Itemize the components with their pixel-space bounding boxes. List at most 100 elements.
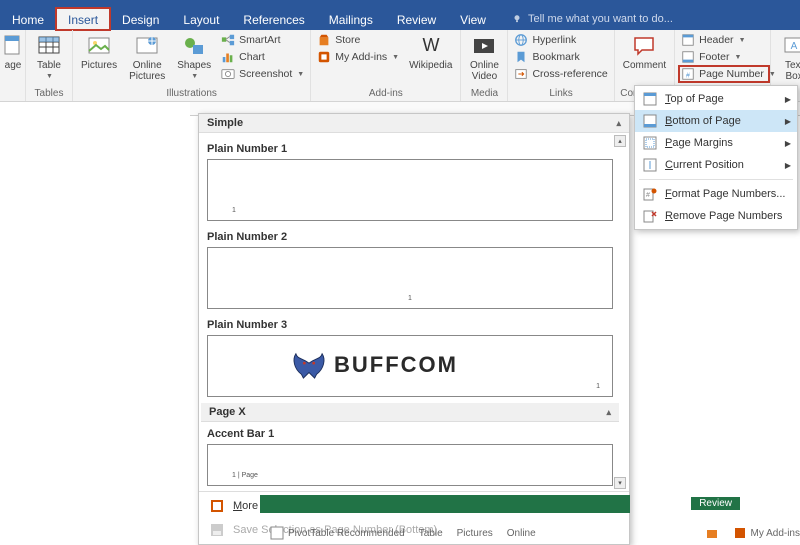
chevron-down-icon: ▼ bbox=[739, 37, 746, 44]
bookmark-label: Bookmark bbox=[532, 51, 579, 63]
menu-separator bbox=[639, 179, 793, 180]
group-pages: age Tables bbox=[0, 30, 26, 101]
online-video-button[interactable]: Online Video bbox=[465, 32, 503, 84]
smartart-button[interactable]: SmartArt bbox=[219, 32, 306, 48]
chart-icon bbox=[221, 50, 235, 64]
save-selection-as-page-number: Save Selection as Page Number (Bottom) bbox=[199, 518, 629, 542]
group-media-label: Media bbox=[465, 87, 503, 101]
addins-icon bbox=[317, 50, 331, 64]
chevron-down-icon: ▼ bbox=[46, 73, 53, 80]
watermark: BUFFCOM bbox=[290, 350, 458, 380]
group-addins-label: Add-ins bbox=[315, 87, 456, 101]
title-bar bbox=[0, 0, 800, 8]
hyperlink-label: Hyperlink bbox=[532, 34, 576, 46]
menu-top-of-page[interactable]: Top of Page ▶ bbox=[635, 88, 797, 110]
group-illustrations: Pictures Online Pictures Shapes ▼ SmartA… bbox=[73, 30, 311, 101]
tab-view[interactable]: View bbox=[448, 8, 498, 30]
collapse-icon: ▴ bbox=[606, 407, 611, 418]
gallery-item-plain-number-1-label: Plain Number 1 bbox=[207, 137, 613, 159]
bookmark-button[interactable]: Bookmark bbox=[512, 49, 609, 65]
chart-button[interactable]: Chart bbox=[219, 49, 306, 65]
wikipedia-button[interactable]: W Wikipedia bbox=[405, 32, 456, 73]
gallery-category-pagex[interactable]: Page X ▴ bbox=[201, 403, 619, 422]
wikipedia-label: Wikipedia bbox=[409, 60, 452, 71]
tab-layout[interactable]: Layout bbox=[171, 8, 231, 30]
submenu-arrow-icon: ▶ bbox=[785, 117, 791, 126]
tab-design[interactable]: Design bbox=[110, 8, 171, 30]
cover-page-button[interactable]: age bbox=[4, 32, 22, 73]
menu-remove-label: Remove Page Numbers bbox=[665, 210, 782, 222]
page-icon bbox=[1, 34, 25, 58]
header-icon bbox=[681, 33, 695, 47]
gallery-item-plain-number-3-label: Plain Number 3 bbox=[207, 313, 613, 335]
menu-format-page-numbers[interactable]: # Format Page Numbers... bbox=[635, 183, 797, 205]
submenu-arrow-icon: ▶ bbox=[785, 95, 791, 104]
group-links-label: Links bbox=[512, 87, 609, 101]
pictures-button[interactable]: Pictures bbox=[77, 32, 121, 73]
svg-text:#: # bbox=[686, 73, 690, 80]
page-margins-icon bbox=[643, 136, 657, 150]
footer-button[interactable]: Footer ▼ bbox=[679, 49, 769, 65]
header-button[interactable]: Header ▼ bbox=[679, 32, 769, 48]
comment-label: Comment bbox=[623, 60, 666, 71]
gallery-item-plain-number-2[interactable]: 1 bbox=[207, 247, 613, 309]
tab-review[interactable]: Review bbox=[385, 8, 448, 30]
menu-format-label: Format Page Numbers... bbox=[665, 188, 785, 200]
tell-me-search[interactable]: Tell me what you want to do... bbox=[498, 8, 673, 30]
hyperlink-button[interactable]: Hyperlink bbox=[512, 32, 609, 48]
gallery-item-accent-bar-1[interactable]: 1 | Page bbox=[207, 444, 613, 486]
tell-me-placeholder: Tell me what you want to do... bbox=[528, 13, 673, 25]
svg-text:A: A bbox=[791, 41, 798, 52]
more-page-numbers-office[interactable]: More Page Numbers from Office.com bbox=[199, 494, 629, 518]
menu-bottom-of-page[interactable]: Bottom of Page ▶ bbox=[635, 110, 797, 132]
chevron-down-icon: ▼ bbox=[734, 54, 741, 61]
screenshot-button[interactable]: Screenshot ▼ bbox=[219, 66, 306, 82]
store-button[interactable]: Store bbox=[315, 32, 401, 48]
group-illustrations-label: Illustrations bbox=[77, 87, 306, 101]
pictures-label: Pictures bbox=[81, 60, 117, 71]
store-label: Store bbox=[335, 34, 360, 46]
gallery-item-plain-number-1[interactable]: 1 bbox=[207, 159, 613, 221]
save-icon bbox=[209, 522, 225, 538]
menu-bottom-of-page-label: Bottom of Page bbox=[665, 115, 741, 127]
scroll-up-icon[interactable]: ▴ bbox=[614, 135, 626, 147]
hyperlink-icon bbox=[514, 33, 528, 47]
menu-page-margins[interactable]: Page Margins ▶ bbox=[635, 132, 797, 154]
submenu-arrow-icon: ▶ bbox=[785, 161, 791, 170]
svg-text:#: # bbox=[646, 192, 650, 199]
chevron-down-icon: ▼ bbox=[297, 71, 304, 78]
menu-page-margins-label: Page Margins bbox=[665, 137, 733, 149]
page-number-gallery: Simple ▴ Plain Number 1 1 Plain Number 2… bbox=[198, 113, 630, 545]
gallery-category-simple[interactable]: Simple ▴ bbox=[199, 114, 629, 133]
table-button[interactable]: Table ▼ bbox=[30, 32, 68, 82]
collapse-icon: ▴ bbox=[616, 118, 621, 129]
remove-icon bbox=[643, 209, 657, 223]
comment-button[interactable]: Comment bbox=[619, 32, 670, 73]
shapes-button[interactable]: Shapes ▼ bbox=[173, 32, 215, 82]
gallery-scrollbar[interactable]: ▴ ▾ bbox=[613, 135, 627, 489]
screenshot-icon bbox=[221, 67, 235, 81]
cross-reference-button[interactable]: Cross-reference bbox=[512, 66, 609, 82]
shapes-label: Shapes bbox=[177, 60, 211, 71]
page-number-sample: 1 | Page bbox=[232, 472, 258, 479]
footer-label: Footer bbox=[699, 51, 729, 63]
page-bottom-icon bbox=[643, 114, 657, 128]
page-number-label: Page Number bbox=[699, 68, 764, 80]
tab-insert[interactable]: Insert bbox=[56, 8, 110, 30]
tab-references[interactable]: References bbox=[231, 8, 316, 30]
menu-remove-page-numbers[interactable]: Remove Page Numbers bbox=[635, 205, 797, 227]
tab-home[interactable]: Home bbox=[0, 8, 56, 30]
page-number-button[interactable]: # Page Number ▼ bbox=[679, 66, 769, 82]
scroll-down-icon[interactable]: ▾ bbox=[614, 477, 626, 489]
watermark-text: BUFFCOM bbox=[334, 352, 458, 378]
save-selection-label: Save Selection as Page Number (Bottom) bbox=[233, 524, 437, 536]
online-pictures-button[interactable]: Online Pictures bbox=[125, 32, 169, 84]
current-position-icon bbox=[643, 158, 657, 172]
tab-mailings[interactable]: Mailings bbox=[317, 8, 385, 30]
text-box-button[interactable]: A Text Box ▼ bbox=[775, 32, 800, 93]
format-icon: # bbox=[643, 187, 657, 201]
my-addins-label: My Add-ins bbox=[335, 51, 387, 63]
menu-current-position[interactable]: Current Position ▶ bbox=[635, 154, 797, 176]
my-addins-button[interactable]: My Add-ins ▼ bbox=[315, 49, 401, 65]
cover-page-label: age bbox=[5, 60, 22, 71]
